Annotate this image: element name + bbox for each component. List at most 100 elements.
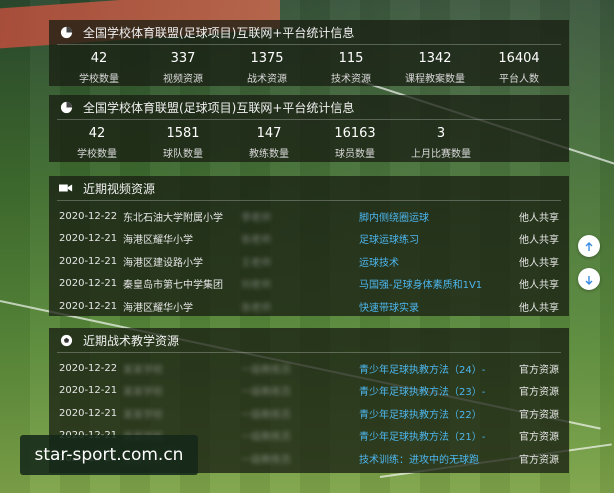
stat-value: 42 bbox=[88, 126, 106, 141]
item-link[interactable]: 运球技术 bbox=[359, 254, 511, 269]
stat-label: 球队数量 bbox=[163, 149, 203, 160]
stat-value: 147 bbox=[256, 126, 282, 141]
item-link[interactable]: 青少年足球执教方法（21）- bbox=[359, 428, 511, 443]
item-date: 2020-12-22 bbox=[59, 362, 118, 374]
item-user: 王老师 bbox=[241, 257, 271, 269]
list-item[interactable]: 2020-12-21 海港区耀华小学 张老师 足球运球练习 他人共享 bbox=[59, 228, 559, 251]
stat-label: 课程教案数量 bbox=[405, 74, 465, 85]
item-share: 他人共享 bbox=[519, 212, 559, 224]
item-user: 一级教练员 bbox=[241, 387, 291, 399]
stat-label: 技术资源 bbox=[331, 74, 371, 85]
stat-value: 16404 bbox=[498, 51, 540, 66]
stat-coach-count: 147 教练数量 bbox=[229, 126, 309, 160]
item-link[interactable]: 脚内侧绕圈运球 bbox=[359, 209, 511, 224]
pie-chart-icon bbox=[59, 25, 73, 39]
item-share: 官方资源 bbox=[519, 409, 559, 421]
video-panel: 近期视频资源 2020-12-22 东北石油大学附属小学 李老师 脚内侧绕圈运球 他人共… bbox=[49, 176, 569, 316]
stat-label: 战术资源 bbox=[247, 74, 287, 85]
item-date: 2020-12-21 bbox=[59, 385, 118, 397]
item-share: 他人共享 bbox=[519, 302, 559, 314]
stat-player-count: 16163 球员数量 bbox=[315, 126, 395, 160]
pie-chart-icon bbox=[59, 100, 73, 114]
stats-panel-1-header: 全国学校体育联盟(足球项目)互联网+平台统计信息 bbox=[49, 20, 569, 44]
item-date: 2020-12-21 bbox=[59, 233, 118, 245]
stat-last-month-matches: 3 上月比赛数量 bbox=[401, 126, 481, 160]
item-school: 某某学校 bbox=[123, 387, 163, 399]
item-link[interactable]: 青少年足球执教方法（22） bbox=[359, 406, 511, 421]
video-panel-header: 近期视频资源 bbox=[49, 176, 569, 200]
item-link[interactable]: 技术训练：进攻中的无球跑 bbox=[359, 451, 511, 466]
item-school: 某某学校 bbox=[123, 409, 163, 421]
stat-team-count: 1581 球队数量 bbox=[143, 126, 223, 160]
video-panel-title: 近期视频资源 bbox=[83, 181, 156, 196]
item-link[interactable]: 青少年足球执教方法（23）- bbox=[359, 383, 511, 398]
stat-value: 115 bbox=[338, 51, 364, 66]
list-item[interactable]: 2020-12-21 某某学校 一级教练员 青少年足球执教方法（23）- 官方资源 bbox=[59, 380, 559, 403]
item-share: 官方资源 bbox=[519, 432, 559, 444]
item-school: 海港区耀华小学 bbox=[123, 302, 193, 314]
item-share: 官方资源 bbox=[519, 387, 559, 399]
video-list: 2020-12-22 东北石油大学附属小学 李老师 脚内侧绕圈运球 他人共享 2020-… bbox=[49, 201, 569, 318]
arrow-down-icon bbox=[584, 270, 594, 289]
list-item[interactable]: 2020-12-22 东北石油大学附属小学 李老师 脚内侧绕圈运球 他人共享 bbox=[59, 205, 559, 228]
scroll-down-button[interactable] bbox=[578, 268, 600, 290]
video-camera-icon bbox=[59, 181, 73, 195]
list-item[interactable]: 2020-12-21 海港区建设路小学 王老师 运球技术 他人共享 bbox=[59, 250, 559, 273]
stats-row-2: 42 学校数量 1581 球队数量 147 教练数量 16163 球员数量 3 上月比赛数… bbox=[49, 120, 569, 160]
stats-panel-2-title: 全国学校体育联盟(足球项目)互联网+平台统计信息 bbox=[83, 100, 355, 115]
item-share: 官方资源 bbox=[519, 364, 559, 376]
watermark-text: star-sport.com.cn bbox=[34, 445, 184, 465]
item-share: 官方资源 bbox=[519, 454, 559, 466]
item-date: 2020-12-21 bbox=[59, 300, 118, 312]
item-link[interactable]: 快速带球实录 bbox=[359, 299, 511, 314]
stat-label: 学校数量 bbox=[77, 149, 117, 160]
stat-label: 平台人数 bbox=[499, 74, 539, 85]
item-date: 2020-12-21 bbox=[59, 407, 118, 419]
stat-value: 42 bbox=[90, 51, 108, 66]
stat-lesson-plans: 1342 课程教案数量 bbox=[395, 51, 475, 85]
list-item[interactable]: 2020-12-21 某某学校 一级教练员 青少年足球执教方法（22） 官方资源 bbox=[59, 402, 559, 425]
stats-row-1: 42 学校数量 337 视频资源 1375 战术资源 115 技术资源 1342 课程教案… bbox=[49, 45, 569, 85]
stat-value: 1375 bbox=[250, 51, 284, 66]
tactics-panel-header: 近期战术教学资源 bbox=[49, 328, 569, 352]
list-item[interactable]: 2020-12-21 海港区耀华小学 张老师 快速带球实录 他人共享 bbox=[59, 295, 559, 318]
stat-value: 337 bbox=[170, 51, 196, 66]
list-item[interactable]: 2020-12-22 某某学校 一级教练员 青少年足球执教方法（24）- 官方资源 bbox=[59, 357, 559, 380]
item-school: 海港区建设路小学 bbox=[123, 257, 203, 269]
item-school: 秦皇岛市第七中学集团 bbox=[123, 280, 223, 292]
stat-value: 16163 bbox=[334, 126, 376, 141]
stat-value: 1342 bbox=[418, 51, 452, 66]
item-share: 他人共享 bbox=[519, 280, 559, 292]
item-link[interactable]: 马国强-足球身体素质和1V1 bbox=[359, 276, 511, 291]
stat-school-count: 42 学校数量 bbox=[57, 126, 137, 160]
item-user: 一级教练员 bbox=[241, 364, 291, 376]
item-link[interactable]: 青少年足球执教方法（24）- bbox=[359, 361, 511, 376]
stats-panel-1-title: 全国学校体育联盟(足球项目)互联网+平台统计信息 bbox=[83, 25, 355, 40]
stats-panel-2-header: 全国学校体育联盟(足球项目)互联网+平台统计信息 bbox=[49, 95, 569, 119]
item-school: 海港区耀华小学 bbox=[123, 235, 193, 247]
stat-tactics-resources: 1375 战术资源 bbox=[227, 51, 307, 85]
item-date: 2020-12-22 bbox=[59, 210, 118, 222]
stat-label: 视频资源 bbox=[163, 74, 203, 85]
item-user: 一级教练员 bbox=[241, 409, 291, 421]
scroll-up-button[interactable] bbox=[578, 235, 600, 257]
item-user: 张老师 bbox=[241, 235, 271, 247]
item-user: 刘老师 bbox=[241, 280, 271, 292]
item-user: 张老师 bbox=[241, 302, 271, 314]
item-link[interactable]: 足球运球练习 bbox=[359, 231, 511, 246]
stats-panel-2: 全国学校体育联盟(足球项目)互联网+平台统计信息 42 学校数量 1581 球队数量… bbox=[49, 95, 569, 162]
list-item[interactable]: 2020-12-21 秦皇岛市第七中学集团 刘老师 马国强-足球身体素质和1V1 他人共… bbox=[59, 273, 559, 296]
stat-platform-users: 16404 平台人数 bbox=[479, 51, 559, 85]
stat-value: 1581 bbox=[166, 126, 200, 141]
stat-value: 3 bbox=[436, 126, 446, 141]
item-date: 2020-12-21 bbox=[59, 255, 118, 267]
stat-label: 球员数量 bbox=[335, 149, 375, 160]
arrow-up-icon bbox=[584, 237, 594, 256]
stat-technique-resources: 115 技术资源 bbox=[311, 51, 391, 85]
watermark: star-sport.com.cn bbox=[20, 435, 198, 475]
item-date: 2020-12-21 bbox=[59, 278, 118, 290]
stat-video-resources: 337 视频资源 bbox=[143, 51, 223, 85]
item-user: 一级教练员 bbox=[241, 454, 291, 466]
item-share: 他人共享 bbox=[519, 235, 559, 247]
item-school: 东北石油大学附属小学 bbox=[123, 212, 223, 224]
